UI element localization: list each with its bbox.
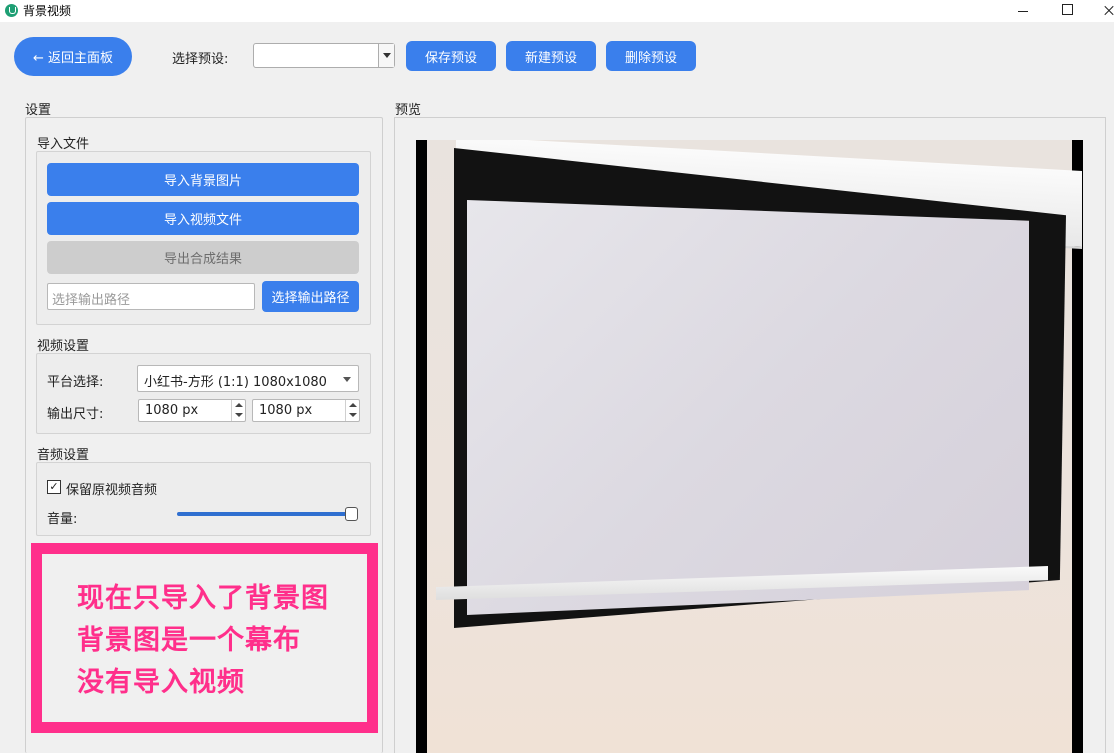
maximize-icon[interactable] bbox=[1045, 0, 1089, 22]
annotation-box: 现在只导入了背景图 背景图是一个幕布 没有导入视频 bbox=[31, 543, 378, 733]
import-background-button[interactable]: 导入背景图片 bbox=[47, 163, 359, 196]
width-spinbox[interactable]: 1080 px bbox=[138, 399, 246, 422]
audio-section-title: 音频设置 bbox=[37, 448, 90, 463]
volume-slider[interactable] bbox=[177, 512, 354, 516]
back-to-main-button[interactable]: ← 返回主面板 bbox=[14, 37, 132, 76]
output-path-input[interactable]: 选择输出路径 bbox=[47, 283, 255, 310]
window-title: 背景视频 bbox=[23, 4, 72, 18]
preset-label: 选择预设: bbox=[172, 52, 229, 67]
volume-label: 音量: bbox=[47, 512, 78, 527]
keep-audio-checkbox[interactable]: ✓ bbox=[47, 480, 61, 494]
width-value: 1080 px bbox=[145, 403, 199, 418]
import-section-title: 导入文件 bbox=[37, 137, 90, 152]
preview-image bbox=[416, 140, 1083, 753]
video-section-title: 视频设置 bbox=[37, 339, 90, 354]
close-icon[interactable] bbox=[1090, 0, 1114, 22]
chevron-down-icon[interactable] bbox=[378, 44, 394, 67]
platform-select-value: 小红书-方形 (1:1) 1080x1080 bbox=[144, 375, 327, 390]
settings-title: 设置 bbox=[25, 103, 52, 118]
platform-label: 平台选择: bbox=[47, 375, 104, 390]
height-spinbox[interactable]: 1080 px bbox=[252, 399, 360, 422]
app-icon bbox=[5, 4, 18, 17]
annotation-line: 背景图是一个幕布 bbox=[77, 625, 301, 656]
export-result-button[interactable]: 导出合成结果 bbox=[47, 241, 359, 274]
new-preset-button[interactable]: 新建预设 bbox=[506, 41, 596, 71]
delete-preset-button[interactable]: 删除预设 bbox=[606, 41, 696, 71]
platform-select[interactable]: 小红书-方形 (1:1) 1080x1080 bbox=[137, 365, 359, 392]
import-video-button[interactable]: 导入视频文件 bbox=[47, 202, 359, 235]
keep-audio-label: 保留原视频音频 bbox=[66, 483, 158, 498]
height-value: 1080 px bbox=[259, 403, 313, 418]
minimize-icon[interactable] bbox=[1000, 0, 1044, 22]
preview-title: 预览 bbox=[395, 103, 422, 118]
save-preset-button[interactable]: 保存预设 bbox=[406, 41, 496, 71]
spin-arrows-icon[interactable] bbox=[231, 400, 245, 421]
projector-screen-surface bbox=[467, 200, 1029, 615]
choose-output-path-button[interactable]: 选择输出路径 bbox=[262, 281, 359, 312]
back-button-label: ← 返回主面板 bbox=[32, 51, 114, 66]
preset-select[interactable] bbox=[253, 43, 395, 68]
chevron-down-icon bbox=[343, 377, 351, 382]
annotation-line: 现在只导入了背景图 bbox=[77, 583, 329, 614]
spin-arrows-icon[interactable] bbox=[345, 400, 359, 421]
volume-slider-handle[interactable] bbox=[345, 507, 358, 521]
title-bar: 背景视频 bbox=[0, 0, 1114, 22]
annotation-line: 没有导入视频 bbox=[77, 667, 245, 698]
audio-section bbox=[36, 462, 371, 536]
output-size-label: 输出尺寸: bbox=[47, 407, 104, 422]
